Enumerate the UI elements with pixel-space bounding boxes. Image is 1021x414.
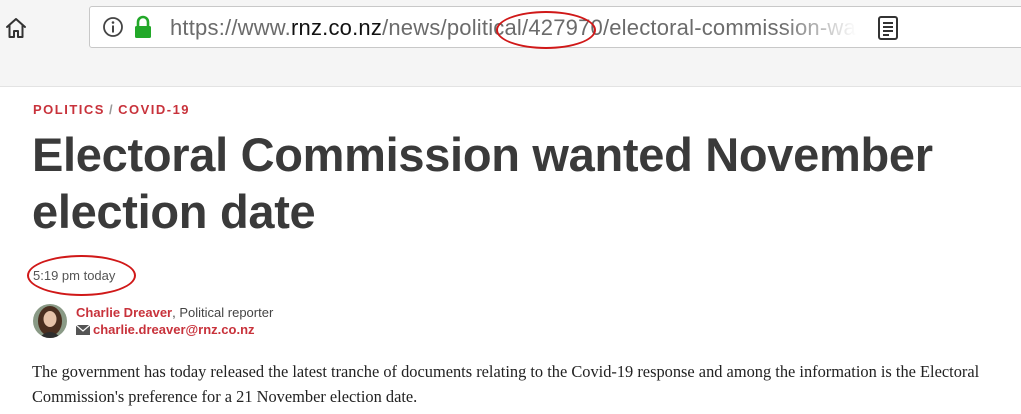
subsection-link[interactable]: COVID-19 [118,102,190,117]
author-name: Charlie Dreaver [76,305,173,320]
article-timestamp: 5:19 pm today [33,268,116,283]
breadcrumb-separator: / [108,102,115,117]
url-domain: rnz.co.nz [291,15,383,40]
section-link[interactable]: POLITICS [33,102,105,117]
author-email-row: charlie.dreaver@rnz.co.nz [76,321,255,339]
author-name-link[interactable]: Charlie Dreaver, Political reporter [76,305,273,320]
home-icon [6,18,26,38]
section-breadcrumb: POLITICS / COVID-19 [33,102,190,117]
address-bar[interactable]: https://www.rnz.co.nz/news/political/427… [89,6,1021,48]
author-role: , Political reporter [172,305,274,320]
author-byline: Charlie Dreaver, Political reporter char… [33,304,533,344]
browser-toolbar: https://www.rnz.co.nz/news/political/427… [0,0,1021,87]
article-body-paragraph: The government has today released the la… [32,362,980,406]
reader-view-icon[interactable] [876,15,900,41]
url-fade [780,9,870,45]
article-headline: Electoral Commission wanted November ele… [32,128,933,238]
envelope-icon [76,325,90,335]
home-button[interactable] [2,14,30,42]
url-prefix: https://www. [170,15,291,40]
author-avatar [33,304,67,338]
lock-icon[interactable] [133,15,153,39]
info-icon[interactable] [102,16,124,38]
author-email-link[interactable]: charlie.dreaver@rnz.co.nz [93,322,255,337]
url-text[interactable]: https://www.rnz.co.nz/news/political/427… [170,13,868,43]
